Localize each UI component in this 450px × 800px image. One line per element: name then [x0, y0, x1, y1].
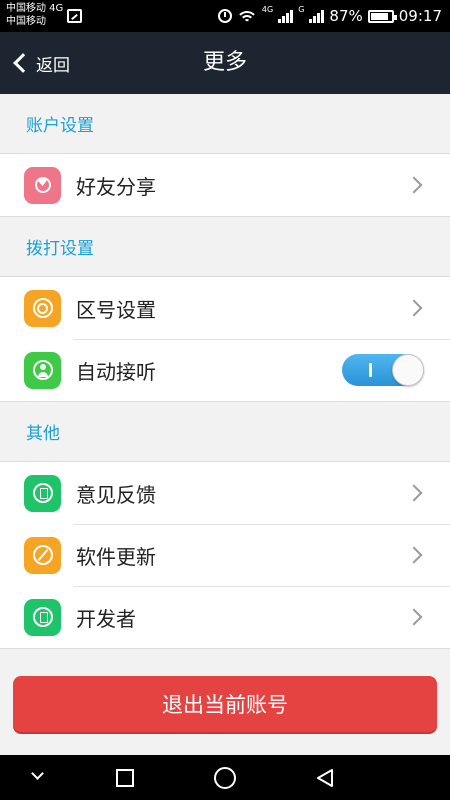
- chevron-right-icon: [405, 546, 423, 564]
- toggle-on-mark: [369, 363, 372, 377]
- image-notification-icon: [67, 9, 82, 23]
- back-button[interactable]: 返回: [10, 32, 70, 94]
- auto-answer-toggle[interactable]: [342, 354, 424, 386]
- section-title-other: 其他: [0, 402, 450, 462]
- home-icon[interactable]: [214, 767, 236, 789]
- person-icon: [24, 351, 61, 389]
- chevron-right-icon: [405, 299, 423, 317]
- row-label: 软件更新: [76, 544, 156, 569]
- system-nav-bar: [0, 755, 450, 800]
- feedback-row[interactable]: 意见反馈: [0, 462, 450, 524]
- back-label: 返回: [36, 55, 70, 76]
- network-type-label-1: 4G: [261, 5, 274, 14]
- toggle-knob[interactable]: [392, 354, 424, 386]
- network-type-label-2: G: [298, 5, 305, 14]
- target-icon: [24, 289, 61, 327]
- row-label: 好友分享: [76, 174, 156, 199]
- signal-icon-2: [309, 9, 325, 23]
- battery-percent: 87%: [329, 7, 363, 25]
- row-label: 意见反馈: [76, 482, 156, 507]
- chevron-right-icon: [405, 484, 423, 502]
- section-title-account: 账户设置: [0, 94, 450, 154]
- software-update-row[interactable]: 软件更新: [0, 524, 450, 586]
- developer-row[interactable]: 开发者: [0, 586, 450, 648]
- other-group: 意见反馈 软件更新 开发者: [0, 462, 450, 649]
- wifi-icon: [236, 9, 257, 23]
- carrier-label-1: 中国移动 4G: [6, 3, 64, 14]
- chevron-right-icon: [405, 608, 423, 626]
- developer-icon: [24, 598, 61, 636]
- feedback-icon: [24, 474, 61, 512]
- friend-share-row[interactable]: 好友分享: [0, 154, 450, 216]
- hide-nav-icon[interactable]: [31, 767, 44, 780]
- recent-apps-icon[interactable]: [116, 769, 134, 787]
- area-code-row[interactable]: 区号设置: [0, 277, 450, 339]
- status-bar: 中国移动 4G 中国移动 4G G 87% 09:17: [0, 0, 450, 32]
- row-label: 开发者: [76, 606, 136, 631]
- heart-share-icon: [24, 166, 61, 204]
- auto-answer-row: 自动接听: [0, 339, 450, 401]
- signal-icon-1: [278, 9, 294, 23]
- battery-fill: [370, 12, 389, 20]
- dial-settings-group: 区号设置 自动接听: [0, 277, 450, 402]
- alarm-icon: [217, 9, 232, 23]
- nav-bar: 更多 返回: [0, 32, 450, 94]
- carrier-label-2: 中国移动: [6, 16, 46, 27]
- clock: 09:17: [398, 7, 442, 25]
- row-label: 区号设置: [76, 297, 156, 322]
- logout-button[interactable]: 退出当前账号: [13, 676, 437, 732]
- update-icon: [24, 536, 61, 574]
- battery-icon: [367, 9, 397, 23]
- chevron-left-icon: [13, 53, 33, 73]
- section-title-dial: 拨打设置: [0, 217, 450, 277]
- chevron-right-icon: [405, 176, 423, 194]
- back-triangle-icon[interactable]: [316, 769, 334, 787]
- account-settings-group: 好友分享: [0, 154, 450, 217]
- row-label: 自动接听: [76, 359, 156, 384]
